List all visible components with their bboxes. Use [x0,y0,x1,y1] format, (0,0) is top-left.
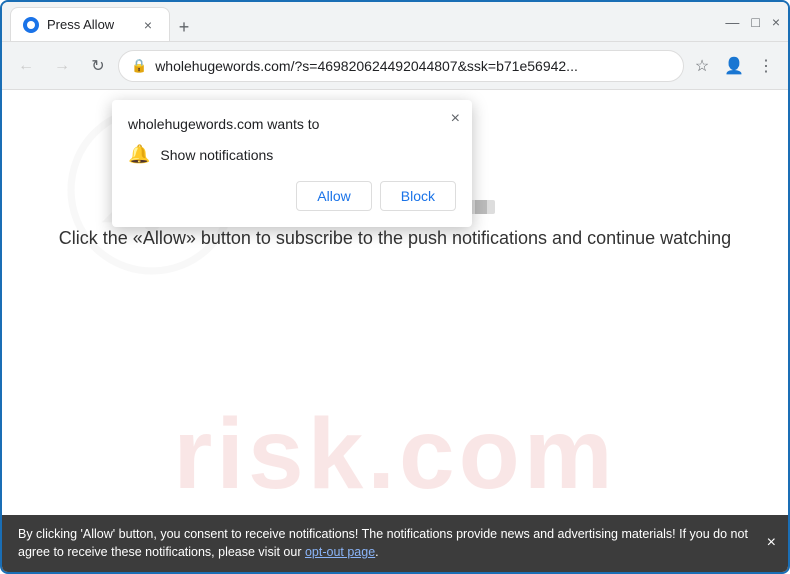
bottom-notification-bar: By clicking 'Allow' button, you consent … [2,515,788,573]
popup-buttons: Allow Block [128,181,456,211]
nav-bar: ← → ↻ 🔒 wholehugewords.com/?s=4698206244… [2,42,788,90]
tab-title: Press Allow [47,17,114,32]
title-bar: Press Allow × + — □ × [2,2,788,42]
watermark-text: risk.com [173,397,616,512]
new-tab-button[interactable]: + [170,13,198,41]
tab-favicon [23,17,39,33]
maximize-button[interactable]: □ [751,14,759,30]
address-text: wholehugewords.com/?s=469820624492044807… [155,58,671,74]
browser-window: Press Allow × + — □ × ← → ↻ 🔒 wholehugew… [0,0,790,574]
opt-out-link[interactable]: opt-out page [305,545,375,559]
forward-button[interactable]: → [46,50,78,82]
minimize-button[interactable]: — [725,14,739,30]
popup-title: wholehugewords.com wants to [128,116,456,132]
page-main-text: Click the «Allow» button to subscribe to… [2,225,788,252]
window-controls: — □ × [725,14,780,30]
lock-icon: 🔒 [131,58,147,74]
notification-popup: × wholehugewords.com wants to 🔔 Show not… [112,100,472,227]
bottom-bar-close-button[interactable]: × [767,531,776,555]
close-window-button[interactable]: × [772,14,780,30]
bookmark-button[interactable]: ☆ [688,52,716,80]
back-button[interactable]: ← [10,50,42,82]
browser-tab[interactable]: Press Allow × [10,7,170,41]
refresh-button[interactable]: ↻ [82,50,114,82]
popup-bell-icon: 🔔 [128,144,150,165]
tab-area: Press Allow × + [10,2,709,41]
tab-close-button[interactable]: × [139,16,157,34]
page-content: risk.com × wholehugewords.com wants to 🔔… [2,90,788,572]
popup-notification-row: 🔔 Show notifications [128,144,456,165]
popup-close-button[interactable]: × [451,110,460,128]
menu-button[interactable]: ⋮ [752,52,780,80]
account-button[interactable]: 👤 [720,52,748,80]
block-button[interactable]: Block [380,181,456,211]
allow-button[interactable]: Allow [296,181,371,211]
bottom-bar-text: By clicking 'Allow' button, you consent … [18,527,748,560]
popup-notification-text: Show notifications [160,147,273,163]
address-bar[interactable]: 🔒 wholehugewords.com/?s=4698206244920448… [118,50,684,82]
